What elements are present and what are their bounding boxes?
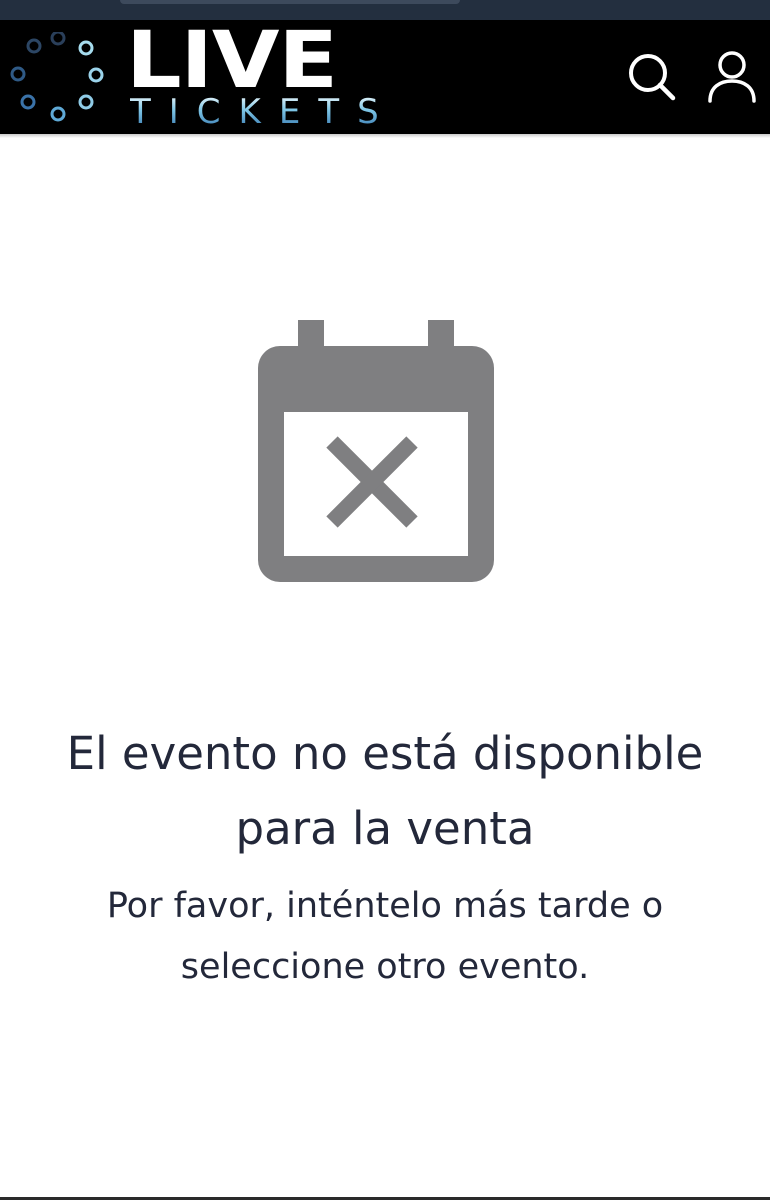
logo-dots-icon [10,32,104,122]
calendar-cancel-icon [258,320,494,582]
page: LIVE TICKETS El evento no está disponibl… [0,0,770,1200]
title-line-1: El evento no está disponible [66,727,704,780]
header-shadow [0,134,770,138]
title-line-2: para la venta [235,802,535,855]
live-tickets-logo[interactable]: LIVE TICKETS [0,20,390,134]
unavailable-title: El evento no está disponible para la ven… [20,716,750,866]
subtitle-line-1: Por favor, inténtelo más tarde o [106,886,664,926]
unavailable-message: Por favor, inténtelo más tarde o selecci… [20,876,750,998]
logo-live-text: LIVE [126,16,338,106]
search-button[interactable] [620,20,684,134]
logo-tickets-text: TICKETS [130,92,397,132]
status-bar [0,0,770,20]
status-bar-pill [120,0,460,4]
account-button[interactable] [700,20,764,134]
site-header: LIVE TICKETS [0,20,770,134]
search-icon [629,54,676,101]
subtitle-line-2: seleccione otro evento. [180,947,590,987]
user-icon [708,51,756,103]
